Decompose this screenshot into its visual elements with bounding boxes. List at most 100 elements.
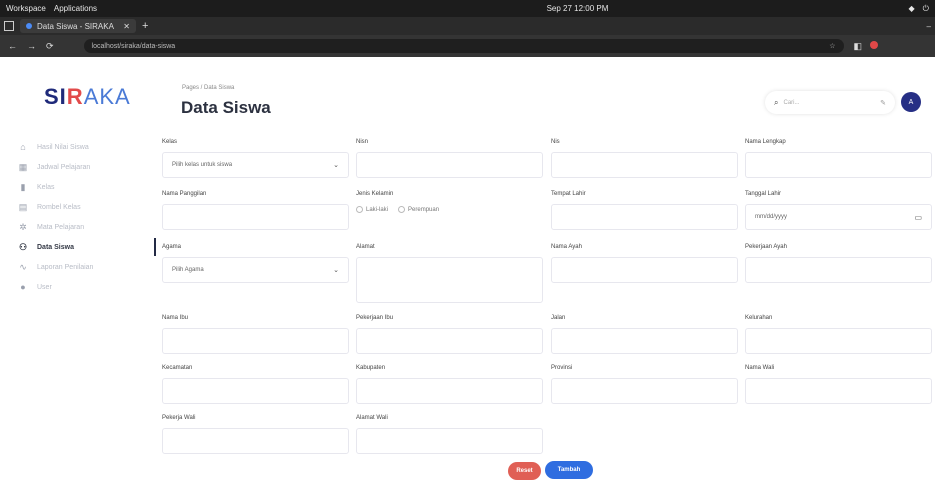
sidebar-item-user[interactable]: ● User: [0, 277, 160, 297]
select-kelas-value: Pilih kelas untuk siswa: [172, 162, 233, 168]
field-provinsi: Provinsi: [551, 365, 738, 404]
search-box[interactable]: ⌕ Cari... ✎: [765, 91, 895, 114]
input-pekerjaan-ibu[interactable]: [356, 328, 543, 354]
sidebar-item-hasil-nilai[interactable]: ⌂ Hasil Nilai Siswa: [0, 137, 160, 157]
users-icon: ⚇: [18, 241, 28, 252]
label-agama: Agama: [162, 244, 182, 250]
sidebar-item-label: Hasil Nilai Siswa: [37, 143, 89, 151]
field-tempat-lahir: Tempat Lahir: [551, 191, 738, 230]
logo-part-aka: AKA: [83, 84, 131, 109]
sidebar-item-laporan[interactable]: ∿ Laporan Penilaian: [0, 257, 160, 277]
profile-icon[interactable]: [870, 40, 879, 49]
field-agama: Agama Pilih Agama ⌄: [162, 244, 349, 283]
input-kabupaten[interactable]: [356, 378, 543, 404]
sidebar-item-jadwal[interactable]: ▦ Jadwal Pelajaran: [0, 157, 160, 177]
window-menu-icon[interactable]: [4, 21, 14, 31]
input-alamat-wali[interactable]: [356, 428, 543, 454]
input-tempat-lahir[interactable]: [551, 204, 738, 230]
person-icon: ●: [20, 282, 26, 292]
field-pekerja-wali: Pekerja Wali: [162, 415, 349, 454]
input-jalan[interactable]: [551, 328, 738, 354]
input-pekerja-wali[interactable]: [162, 428, 349, 454]
radio-circle-icon: [398, 206, 406, 213]
browser-tab-title: Data Siswa - SIRAKA: [37, 21, 114, 31]
input-provinsi[interactable]: [551, 378, 738, 404]
field-alamat-wali: Alamat Wali: [356, 415, 543, 454]
book-icon: ▮: [20, 181, 26, 192]
field-kabupaten: Kabupaten: [356, 365, 543, 404]
field-nama-panggilan: Nama Panggilan: [162, 191, 349, 230]
input-nis[interactable]: [551, 152, 738, 178]
input-tanggal-lahir[interactable]: mm/dd/yyyy ▭: [745, 204, 932, 230]
label-nama-wali: Nama Wali: [745, 365, 775, 371]
field-nisn: Nisn: [356, 139, 543, 178]
input-nama-panggilan[interactable]: [162, 204, 349, 230]
input-kecamatan[interactable]: [162, 378, 349, 404]
textarea-alamat[interactable]: [356, 257, 543, 303]
calendar-icon[interactable]: ▭: [914, 213, 922, 222]
sidebar-item-label: Rombel Kelas: [37, 203, 81, 211]
label-alamat: Alamat: [356, 244, 375, 250]
wifi-icon[interactable]: ◆: [909, 4, 915, 14]
search-input[interactable]: Cari...: [783, 100, 799, 106]
browser-tab[interactable]: Data Siswa - SIRAKA ✕: [20, 19, 136, 33]
sidebar-item-kelas[interactable]: ▮ Kelas: [0, 177, 160, 197]
field-jalan: Jalan: [551, 315, 738, 354]
reset-button[interactable]: Reset: [508, 462, 541, 480]
input-nisn[interactable]: [356, 152, 543, 178]
sidebar-item-label: Laporan Penilaian: [37, 263, 94, 271]
logo-part-r: R: [66, 84, 84, 109]
browser-tab-bar: Data Siswa - SIRAKA ✕ + –: [0, 17, 935, 35]
sidebar-item-rombel[interactable]: ▤ Rombel Kelas: [0, 197, 160, 217]
avatar[interactable]: A: [901, 92, 921, 112]
select-agama[interactable]: Pilih Agama ⌄: [162, 257, 349, 283]
power-icon[interactable]: ⏻: [923, 4, 929, 14]
input-nama-ayah[interactable]: [551, 257, 738, 283]
gear-icon: ✲: [19, 221, 27, 232]
field-pekerjaan-ibu: Pekerjaan Ibu: [356, 315, 543, 354]
reload-icon[interactable]: ⟳: [46, 41, 54, 52]
input-nama-wali[interactable]: [745, 378, 932, 404]
calendar-icon: ▦: [18, 161, 28, 172]
sidebar-item-label: Jadwal Pelajaran: [37, 163, 91, 171]
app-logo[interactable]: SIRAKA: [44, 84, 131, 110]
os-applications[interactable]: Applications: [54, 4, 97, 13]
field-jenis-kelamin: Jenis Kelamin Laki-laki Perempuan: [356, 191, 543, 213]
field-alamat: Alamat: [356, 244, 543, 303]
chevron-down-icon: ⌄: [333, 162, 339, 169]
input-pekerjaan-ayah[interactable]: [745, 257, 932, 283]
address-bar[interactable]: localhost/siraka/data-siswa ☆: [83, 39, 844, 53]
input-kelurahan[interactable]: [745, 328, 932, 354]
sidebar-item-mapel[interactable]: ✲ Mata Pelajaran: [0, 217, 160, 237]
forward-icon[interactable]: →: [27, 41, 36, 51]
label-kelurahan: Kelurahan: [745, 315, 773, 321]
chevron-down-icon: ⌄: [333, 267, 339, 274]
field-nama-ayah: Nama Ayah: [551, 244, 738, 283]
field-nama-wali: Nama Wali: [745, 365, 932, 404]
submit-button[interactable]: Tambah: [545, 461, 593, 479]
input-nama-lengkap[interactable]: [745, 152, 932, 178]
sidebar-item-label: Mata Pelajaran: [37, 223, 85, 231]
select-agama-value: Pilih Agama: [172, 267, 204, 273]
breadcrumb: Pages / Data Siswa: [182, 85, 235, 91]
sidebar-item-data-siswa[interactable]: ⚇ Data Siswa: [0, 237, 160, 257]
sidebar-item-label: User: [37, 283, 52, 291]
radio-perempuan[interactable]: Perempuan: [398, 206, 439, 213]
label-nama-ibu: Nama Ibu: [162, 315, 189, 321]
label-nama-lengkap: Nama Lengkap: [745, 139, 786, 145]
extensions-icon[interactable]: ◧: [854, 41, 863, 52]
home-icon: ⌂: [20, 142, 26, 152]
back-icon[interactable]: ←: [8, 41, 17, 51]
radio-circle-icon: [356, 206, 363, 213]
settings-icon[interactable]: ✎: [880, 99, 886, 107]
os-clock[interactable]: Sep 27 12:00 PM: [326, 4, 829, 13]
input-nama-ibu[interactable]: [162, 328, 349, 354]
new-tab-icon[interactable]: +: [142, 20, 148, 32]
minimize-icon[interactable]: –: [927, 22, 931, 31]
bookmark-star-icon[interactable]: ☆: [829, 42, 835, 50]
close-tab-icon[interactable]: ✕: [123, 22, 130, 31]
radio-label: Laki-laki: [366, 206, 389, 213]
radio-laki-laki[interactable]: Laki-laki: [356, 206, 388, 213]
os-workspace[interactable]: Workspace: [6, 4, 46, 13]
select-kelas[interactable]: Pilih kelas untuk siswa ⌄: [162, 152, 349, 178]
